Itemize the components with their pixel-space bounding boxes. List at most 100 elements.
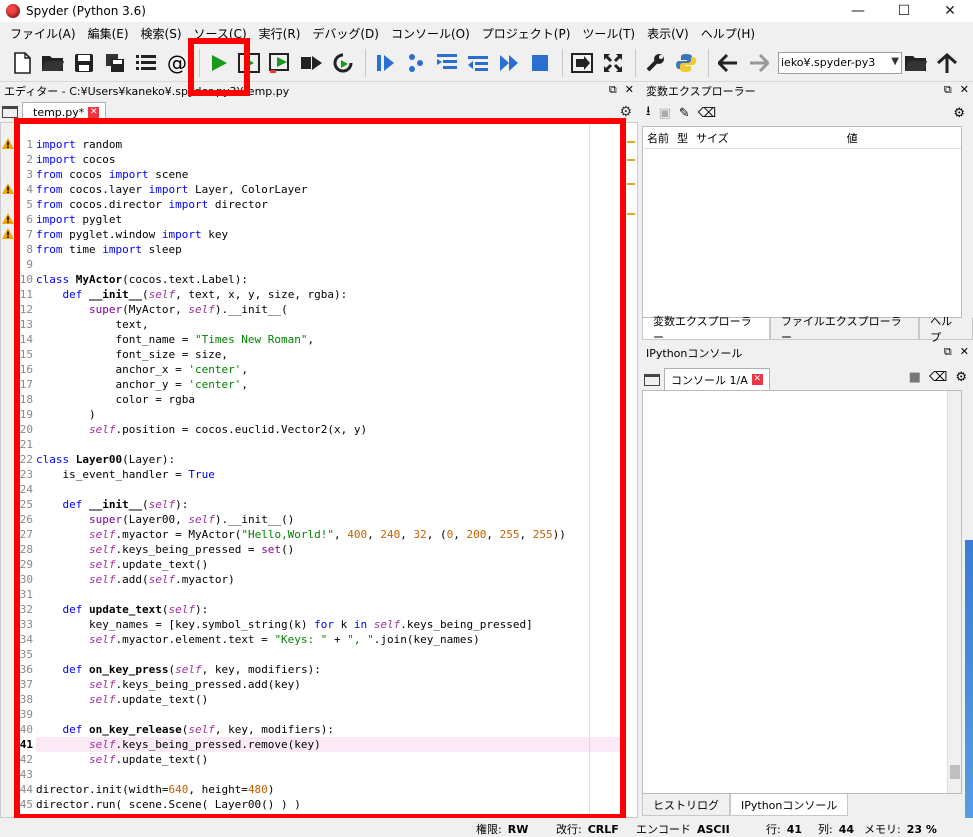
gear-icon[interactable]: ⚙ [955, 370, 967, 385]
code-line[interactable] [36, 767, 620, 782]
save-all-icon[interactable] [101, 48, 129, 78]
menu-run[interactable]: 実行(R) [253, 25, 307, 42]
close-pane-icon[interactable]: ✕ [960, 83, 969, 97]
code-line[interactable]: self.keys_being_pressed = set() [36, 542, 620, 557]
save-as-icon[interactable]: ✎ [679, 106, 690, 121]
code-line[interactable]: text, [36, 317, 620, 332]
code-line[interactable]: from cocos.layer import Layer, ColorLaye… [36, 182, 620, 197]
stop-kernel-icon[interactable]: ■ [909, 370, 921, 385]
code-line[interactable]: def on_key_press(self, key, modifiers): [36, 662, 620, 677]
step-into-icon[interactable] [433, 48, 461, 78]
minimize-button[interactable]: — [835, 0, 881, 22]
new-file-icon[interactable] [8, 48, 36, 78]
undock-icon[interactable]: ⧉ [944, 83, 952, 97]
code-line[interactable]: ) [36, 407, 620, 422]
tab-file-explorer[interactable]: ファイルエクスプローラー [769, 315, 920, 344]
editor-scrollbar-markers[interactable] [625, 123, 637, 817]
column-name[interactable]: 名前 [643, 130, 673, 146]
menu-debug[interactable]: デバッグ(D) [306, 25, 385, 42]
tab-variable-explorer[interactable]: 変数エクスプローラー [642, 315, 770, 344]
warning-icon[interactable] [2, 138, 14, 150]
code-line[interactable]: self.myactor.element.text = "Keys: " + "… [36, 632, 620, 647]
import-data-icon[interactable]: ⭳ [646, 102, 651, 124]
open-folder-icon[interactable] [39, 48, 67, 78]
menu-search[interactable]: 検索(S) [135, 25, 188, 42]
menu-source[interactable]: ソース(C) [188, 25, 253, 42]
run-selection-icon[interactable] [298, 48, 326, 78]
menu-project[interactable]: プロジェクト(P) [476, 25, 577, 42]
eraser-icon[interactable]: ⌫ [698, 106, 716, 121]
code-line[interactable] [36, 647, 620, 662]
close-pane-icon[interactable]: ✕ [960, 345, 969, 359]
code-line[interactable]: super(MyActor, self).__init__( [36, 302, 620, 317]
code-line[interactable]: director.run( scene.Scene( Layer00() ) ) [36, 797, 620, 812]
rerun-icon[interactable] [329, 48, 357, 78]
run-cell-icon[interactable] [236, 48, 264, 78]
code-line[interactable]: def on_key_release(self, key, modifiers)… [36, 722, 620, 737]
stop-icon[interactable] [526, 48, 554, 78]
code-line[interactable]: import random [36, 137, 620, 152]
code-line[interactable]: self.keys_being_pressed.remove(key) [36, 737, 620, 752]
close-tab-icon[interactable]: ✕ [751, 374, 763, 385]
code-line[interactable]: from time import sleep [36, 242, 620, 257]
menu-tools[interactable]: ツール(T) [576, 25, 641, 42]
menu-file[interactable]: ファイル(A) [4, 25, 82, 42]
tab-history-log[interactable]: ヒストリログ [642, 794, 730, 816]
warning-icon[interactable] [2, 213, 14, 225]
code-line[interactable]: def update_text(self): [36, 602, 620, 617]
code-line[interactable]: color = rgba [36, 392, 620, 407]
code-line[interactable]: class Layer00(Layer): [36, 452, 620, 467]
code-line[interactable]: from pyglet.window import key [36, 227, 620, 242]
code-line[interactable]: import pyglet [36, 212, 620, 227]
code-line[interactable]: def __init__(self): [36, 497, 620, 512]
code-line[interactable]: self.update_text() [36, 557, 620, 572]
ipython-console[interactable] [642, 390, 962, 794]
gear-icon[interactable]: ⚙ [953, 106, 965, 121]
run-cell-advance-icon[interactable] [267, 48, 295, 78]
tab-temp-py[interactable]: temp.py* ✕ [22, 102, 107, 122]
code-line[interactable] [36, 437, 620, 452]
column-value[interactable]: 値 [843, 130, 862, 146]
warning-icon[interactable] [2, 183, 14, 195]
eraser-icon[interactable]: ⌫ [929, 370, 947, 385]
code-editor[interactable]: 1 2 3 4 5 6 7 8 9 10 11 12 13 14 15 16 17 18 19 20 21 22 23 24 2… [0, 122, 638, 818]
code-line[interactable]: font_size = size, [36, 347, 620, 362]
code-line[interactable] [36, 587, 620, 602]
code-line[interactable]: class MyActor(cocos.text.Label): [36, 272, 620, 287]
code-text[interactable]: import random import cocos from cocos impo… [36, 137, 620, 812]
run-icon[interactable] [205, 48, 233, 78]
forward-arrow-icon[interactable] [745, 48, 773, 78]
back-arrow-icon[interactable] [714, 48, 742, 78]
folder-icon[interactable] [644, 374, 660, 386]
continue-icon[interactable] [495, 48, 523, 78]
code-line[interactable]: anchor_x = 'center', [36, 362, 620, 377]
menu-view[interactable]: 表示(V) [641, 25, 695, 42]
debug-icon[interactable] [371, 48, 399, 78]
python-icon[interactable] [672, 48, 700, 78]
undock-icon[interactable]: ⧉ [609, 83, 617, 97]
code-line[interactable]: director.init(width=640, height=480) [36, 782, 620, 797]
code-line[interactable]: self.update_text() [36, 692, 620, 707]
gear-icon[interactable]: ⚙ [619, 104, 632, 120]
fullscreen-icon[interactable] [599, 48, 627, 78]
tab-help[interactable]: ヘルプ [919, 315, 973, 344]
column-size[interactable]: サイズ [692, 130, 733, 146]
close-button[interactable]: ✕ [927, 0, 973, 22]
close-tab-icon[interactable]: ✕ [88, 107, 100, 118]
variable-table[interactable]: 名前 型 サイズ 値 [642, 126, 962, 318]
scroll-thumb[interactable] [950, 765, 960, 779]
code-line[interactable]: self.myactor = MyActor("Hello,World!", 4… [36, 527, 620, 542]
warning-icon[interactable] [2, 228, 14, 240]
code-line[interactable]: is_event_handler = True [36, 467, 620, 482]
code-line[interactable]: font_name = "Times New Roman", [36, 332, 620, 347]
working-directory-combo[interactable]: ieko¥.spyder-py3 ▼ [778, 51, 902, 74]
code-line[interactable]: self.keys_being_pressed.add(key) [36, 677, 620, 692]
step-return-icon[interactable] [464, 48, 492, 78]
up-arrow-icon[interactable] [933, 48, 961, 78]
tab-console-1a[interactable]: コンソール 1/A ✕ [664, 368, 770, 390]
wrench-icon[interactable] [641, 48, 669, 78]
menu-console[interactable]: コンソール(O) [385, 25, 476, 42]
save-icon[interactable] [70, 48, 98, 78]
code-line[interactable]: import cocos [36, 152, 620, 167]
tab-ipython-console[interactable]: IPythonコンソール [730, 794, 849, 816]
